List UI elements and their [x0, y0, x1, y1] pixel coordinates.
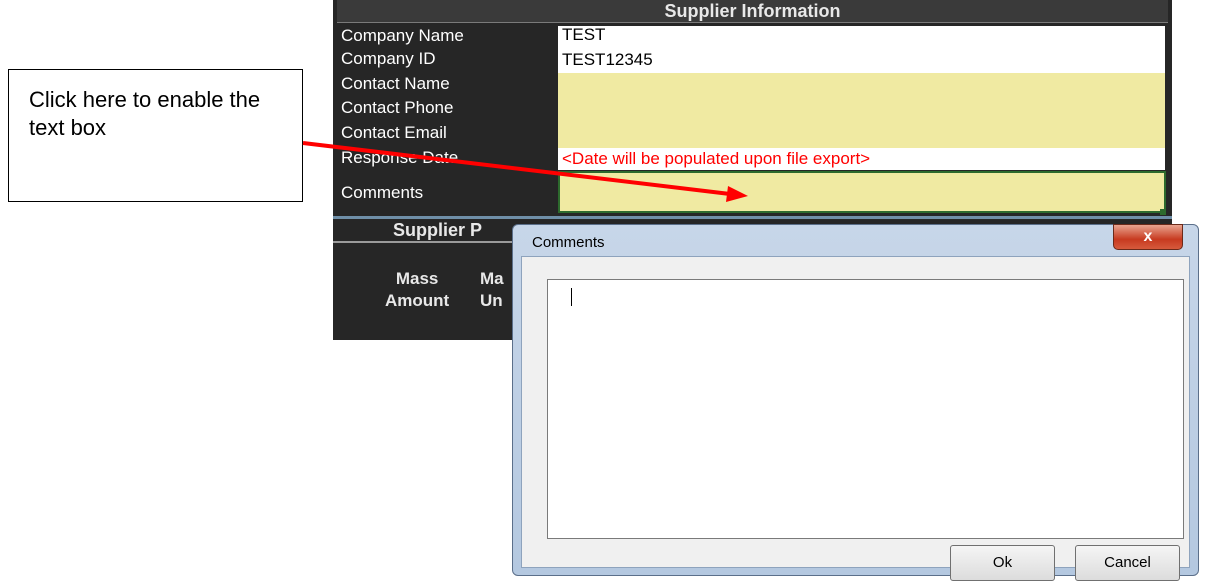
text-caret: [571, 288, 572, 306]
comments-dialog: Comments x Ok Cancel: [512, 224, 1199, 581]
cancel-button[interactable]: Cancel: [1075, 545, 1180, 581]
ok-button[interactable]: Ok: [950, 545, 1055, 581]
close-icon: x: [1143, 228, 1153, 245]
comments-textarea[interactable]: [547, 279, 1184, 539]
dialog-title: Comments: [532, 234, 605, 251]
close-button[interactable]: x: [1113, 224, 1183, 250]
